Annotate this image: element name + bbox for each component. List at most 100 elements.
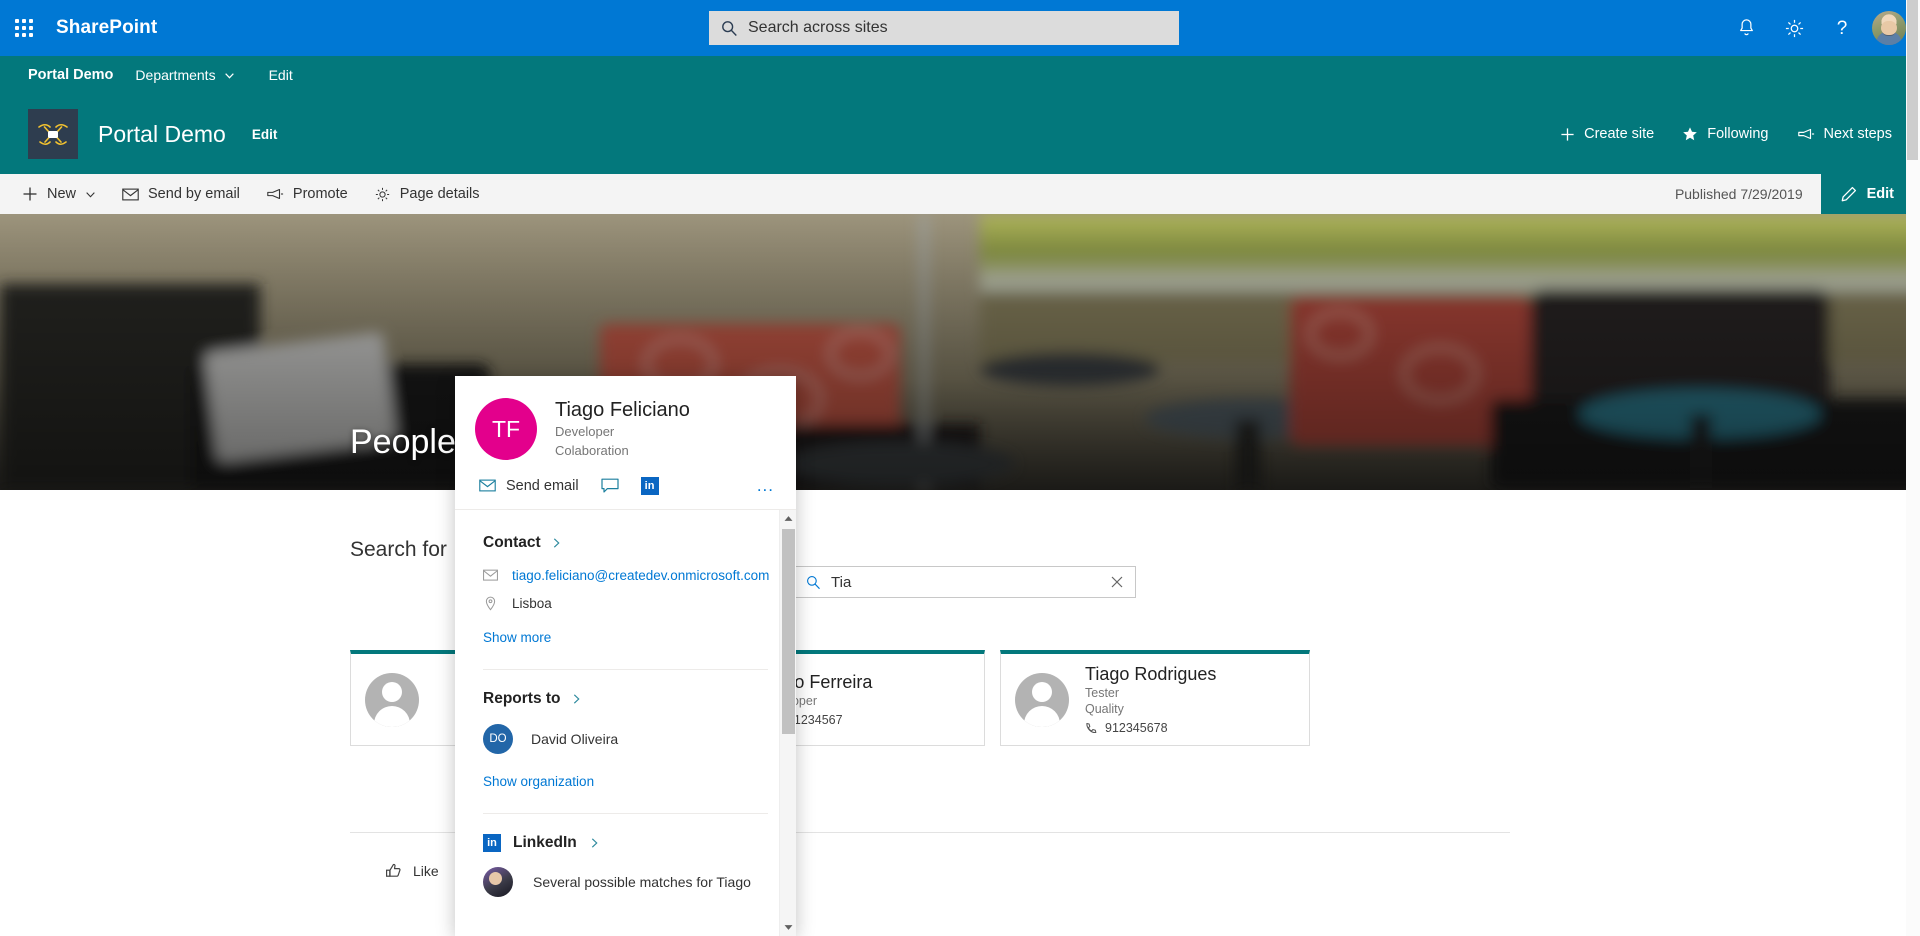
persona-actions: Send email in ... (455, 461, 796, 510)
following-label: Following (1707, 126, 1769, 142)
chat-button[interactable] (600, 478, 619, 494)
person-role: Tester (1085, 685, 1120, 700)
linkedin-match-row[interactable]: Several possible matches for Tiago (483, 866, 768, 897)
chat-icon (600, 478, 619, 493)
hero-background-image (0, 214, 1920, 490)
page-scrollbar-thumb[interactable] (1907, 0, 1918, 160)
reports-to-section-header[interactable]: Reports to (483, 690, 768, 708)
suite-brand[interactable]: SharePoint (56, 17, 157, 39)
hub-link-departments[interactable]: Departments (135, 67, 234, 83)
gear-icon (1785, 19, 1803, 37)
pencil-icon (1841, 186, 1856, 202)
people-search-input[interactable]: Tia (795, 566, 1136, 598)
contact-section-title: Contact (483, 533, 541, 551)
persona-department: Colaboration (555, 442, 629, 458)
following-button[interactable]: Following (1682, 126, 1769, 142)
search-icon (807, 575, 820, 589)
send-by-email-button[interactable]: Send by email (122, 186, 240, 202)
person-phone-value: 912345678 (1105, 721, 1168, 736)
plus-icon (23, 187, 37, 201)
megaphone-icon (267, 188, 284, 200)
notifications-button[interactable] (1722, 0, 1770, 56)
create-site-label: Create site (1584, 126, 1655, 142)
generic-person-icon (365, 672, 419, 727)
persona-scroll-content: Contact tiago.feliciano@createdev.onmicr… (455, 510, 796, 897)
linkedin-section-header[interactable]: in LinkedIn (483, 833, 768, 852)
hero-banner: People (0, 214, 1920, 490)
promote-button[interactable]: Promote (266, 186, 348, 202)
hub-link-departments-label: Departments (135, 67, 216, 83)
persona-body: Contact tiago.feliciano@createdev.onmicr… (455, 509, 796, 936)
person-name: Tiago Rodrigues (1085, 663, 1217, 684)
chevron-right-icon (573, 694, 580, 704)
site-nav-edit-link[interactable]: Edit (252, 127, 278, 142)
site-name[interactable]: Portal Demo (98, 121, 226, 148)
show-organization-link[interactable]: Show organization (483, 774, 594, 789)
main-content: Search for Tiago Ferreira Developer (0, 490, 1920, 936)
persona-card-scrollbar[interactable] (779, 509, 796, 936)
page-details-label: Page details (399, 186, 480, 202)
section-divider (483, 668, 768, 670)
section-divider (483, 812, 768, 814)
linkedin-match-thumbnail (483, 866, 513, 897)
hub-navigation: Portal Demo Departments Edit (0, 56, 1920, 94)
site-header: Portal Demo Edit Create site Following N… (0, 94, 1920, 174)
linkedin-icon[interactable]: in (640, 476, 659, 495)
global-search-box[interactable]: Search across sites (709, 11, 1179, 45)
page-scrollbar[interactable] (1906, 0, 1920, 936)
persona-header: TF Tiago Feliciano Developer Colaboratio… (455, 376, 796, 461)
megaphone-icon (1797, 128, 1814, 140)
create-site-button[interactable]: Create site (1560, 126, 1654, 142)
page-details-button[interactable]: Page details (374, 186, 480, 203)
persona-name: Tiago Feliciano (555, 399, 690, 421)
site-header-actions: Create site Following Next steps (1560, 126, 1892, 142)
scrollbar-track[interactable] (780, 527, 796, 919)
manager-row[interactable]: DO David Oliveira (483, 723, 768, 754)
suite-actions: ? (1722, 0, 1920, 56)
bell-icon (1739, 19, 1753, 36)
scroll-down-arrow[interactable] (784, 919, 793, 936)
hub-title[interactable]: Portal Demo (28, 67, 113, 83)
caret-down-icon (784, 925, 792, 930)
linkedin-section-title: LinkedIn (513, 833, 577, 851)
like-button[interactable]: Like (385, 862, 439, 880)
scrollbar-thumb[interactable] (782, 528, 795, 734)
site-logo[interactable] (28, 109, 78, 159)
persona-text: Tiago Feliciano Developer Colaboration (555, 398, 690, 461)
caret-up-icon (784, 515, 792, 521)
settings-button[interactable] (1770, 0, 1818, 56)
reports-to-section-title: Reports to (483, 689, 561, 707)
app-launcher-icon[interactable] (0, 0, 48, 56)
person-department: Quality (1085, 701, 1124, 716)
gear-icon (375, 187, 389, 201)
location-pin-icon (485, 596, 496, 611)
phone-icon (1086, 722, 1097, 733)
contact-location-row: Lisboa (483, 596, 768, 611)
more-options-button[interactable]: ... (757, 476, 774, 496)
mail-icon (479, 479, 496, 492)
next-steps-button[interactable]: Next steps (1797, 126, 1892, 142)
drone-logo-icon (38, 123, 68, 146)
contact-email-value[interactable]: tiago.feliciano@createdev.onmicrosoft.co… (512, 568, 769, 583)
suite-bar: SharePoint Search across sites ? (0, 0, 1920, 56)
edit-page-label: Edit (1866, 186, 1894, 202)
scroll-up-arrow[interactable] (784, 510, 793, 527)
thumbs-up-icon (386, 863, 401, 877)
send-email-button[interactable]: Send email (479, 478, 579, 494)
help-button[interactable]: ? (1818, 0, 1866, 56)
persona-role: Developer (555, 424, 615, 439)
close-icon[interactable] (1109, 574, 1125, 590)
new-button[interactable]: New (22, 186, 96, 202)
page-title: People (350, 423, 456, 461)
avatar: TF (475, 398, 537, 460)
hub-link-edit[interactable]: Edit (269, 67, 293, 83)
table-row[interactable]: Tiago Rodrigues Tester Quality 912345678 (1000, 650, 1310, 746)
show-more-link[interactable]: Show more (483, 630, 551, 645)
contact-section-header[interactable]: Contact (483, 534, 768, 552)
linkedin-icon: in (483, 833, 501, 852)
help-icon: ? (1837, 18, 1848, 39)
user-avatar[interactable] (1872, 11, 1906, 45)
contact-email-row[interactable]: tiago.feliciano@createdev.onmicrosoft.co… (483, 568, 769, 583)
persona-identity: TF Tiago Feliciano Developer Colaboratio… (475, 398, 776, 461)
mail-icon (483, 569, 498, 581)
